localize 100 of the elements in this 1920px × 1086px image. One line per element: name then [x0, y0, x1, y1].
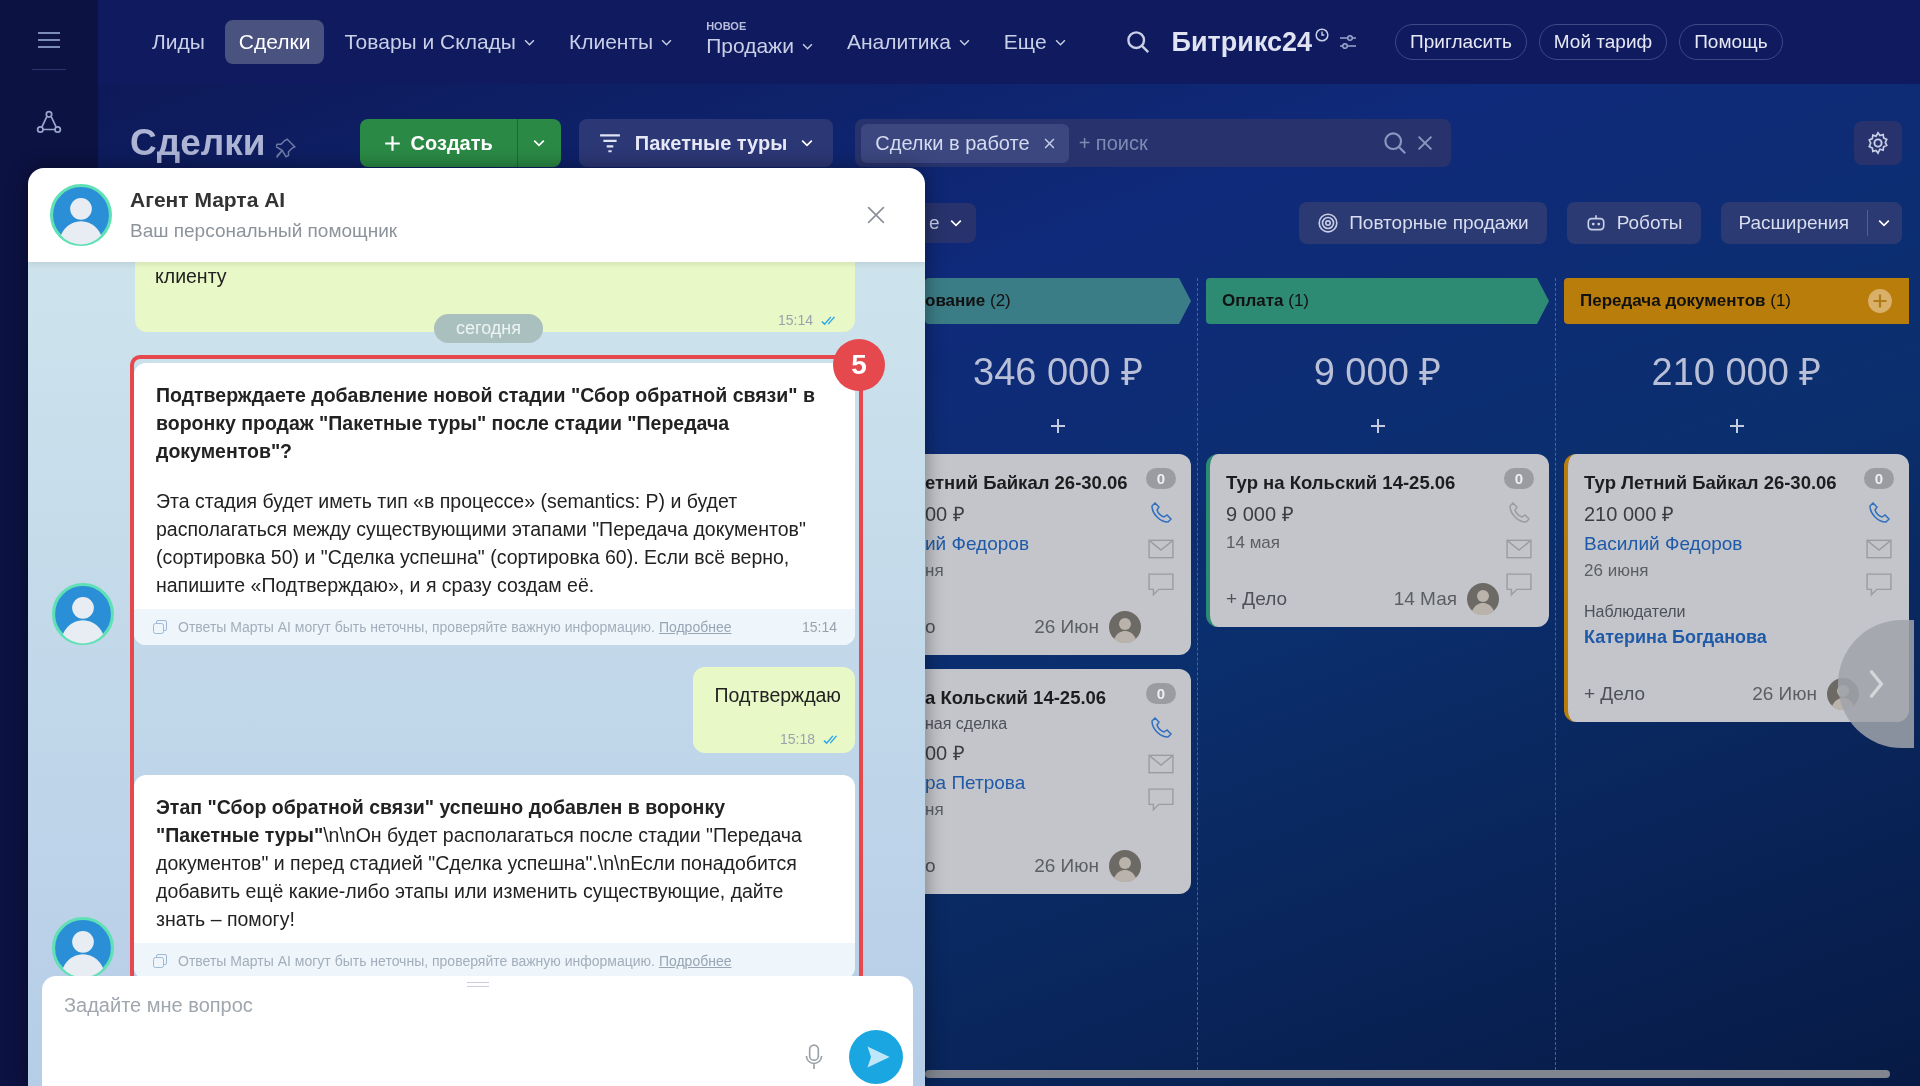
deal-amount: 00 ₽	[925, 502, 966, 527]
deal-card[interactable]: Тур Летний Байкал 26-30.06 210 000 ₽ Василий Федоров 26 июня Наблюдатели Катерина Богданова + Дело 26 Июн 0	[1564, 454, 1909, 722]
chat-subtitle: Ваш персональный помощник	[130, 220, 399, 242]
settings-button[interactable]	[1854, 121, 1902, 165]
deal-title[interactable]: етний Байкал 26-30.06	[925, 472, 1141, 494]
stage-title: ование (2)	[925, 291, 1011, 311]
pipeline-dropdown[interactable]: Пакетные туры	[578, 119, 834, 167]
filter-search-field[interactable]: Сделки в работе + поиск	[855, 119, 1452, 167]
deal-card[interactable]: Тур на Кольский 14-25.06 9 000 ₽ 14 мая + Дело 14 Мая 0	[1206, 454, 1549, 627]
phone-icon[interactable]	[1148, 716, 1174, 740]
contact-link[interactable]: Василий Федоров	[1584, 533, 1859, 555]
plus-icon[interactable]	[1369, 418, 1386, 434]
spiral-icon	[1317, 212, 1340, 234]
add-task-link[interactable]: + Дело	[1226, 588, 1288, 610]
network-icon[interactable]	[36, 110, 62, 136]
plus-icon[interactable]	[1050, 418, 1066, 434]
mail-icon[interactable]	[1148, 537, 1174, 561]
add-task-link[interactable]: о	[925, 616, 936, 638]
extensions-button[interactable]: Расширения	[1720, 202, 1902, 244]
filter-tag[interactable]: Сделки в работе	[861, 123, 1069, 163]
due-date: 26 Июн	[1752, 683, 1817, 705]
stage-header[interactable]: Оплата (1)	[1206, 278, 1549, 324]
plus-circle-icon[interactable]	[1867, 288, 1893, 314]
create-button[interactable]: Создать	[359, 119, 517, 167]
user-avatar-icon	[1109, 611, 1141, 643]
copy-icon[interactable]	[152, 953, 168, 969]
close-icon[interactable]	[867, 206, 885, 224]
mail-icon[interactable]	[1866, 537, 1892, 561]
message-text: Подтверждаете добавление новой стадии "Сбор обратной связи" в воронку продаж "Пакетные туры" после стадии "Передача документов"?	[156, 383, 816, 464]
settings-icon	[1866, 131, 1890, 155]
create-menu-button[interactable]	[516, 119, 561, 167]
due-date: 14 Мая	[1393, 588, 1457, 610]
phone-icon[interactable]	[1866, 501, 1892, 525]
disclaimer-text: Ответы Марты AI могут быть неточны, проверяйте важную информацию. Подробнее	[178, 953, 733, 969]
deal-title[interactable]: а Кольский 14-25.06	[925, 687, 1141, 709]
comment-icon[interactable]	[1866, 573, 1892, 597]
microphone-icon[interactable]	[805, 1044, 823, 1070]
deal-title[interactable]: Тур на Кольский 14-25.06	[1226, 472, 1499, 494]
message-text: Этап "Сбор обратной связи" успешно добавлен в воронку "Пакетные туры"\n\nОн будет располагаться после стадии "Передача документов" и перед стадией "Сделка успешна".\n\nЕсли понадобится добавить ещё какие-либо этапы или изменить существующие, дайте знать – помогу!	[156, 795, 803, 932]
message-time: 15:14	[777, 312, 813, 328]
search-placeholder: + поиск	[1078, 131, 1149, 155]
avatar-icon	[52, 583, 114, 645]
page-title: Сделки	[130, 122, 266, 164]
comment-icon[interactable]	[1506, 573, 1532, 597]
message-text: клиенту	[155, 264, 228, 289]
nav-tab[interactable]: Аналитика	[832, 20, 984, 64]
brand-logo[interactable]: Битрикс24	[1171, 26, 1313, 58]
comment-icon[interactable]	[1148, 788, 1174, 812]
contact-link[interactable]: ра Петрова	[925, 772, 1141, 794]
message-text: Эта стадия будет иметь тип «в процессе» (semantics: P) и будет располагаться между существующими этапами "Передача документов" (сортировка 50) и "Сделка успешна" (сортировка 60). Если всё верно, напишите «Подтверждаю», и я сразу создам её.	[156, 489, 807, 598]
sliders-icon[interactable]	[1339, 34, 1358, 50]
due-date: 26 Июн	[1034, 855, 1099, 877]
stage-header[interactable]: ование (2)	[925, 278, 1191, 324]
horizontal-scrollbar[interactable]	[925, 1070, 1890, 1078]
nav-tab[interactable]: Еще	[989, 20, 1080, 64]
deal-card[interactable]: етний Байкал 26-30.06 00 ₽ ий Федоров ня о 26 Июн 0	[925, 454, 1191, 655]
copy-icon[interactable]	[152, 619, 168, 635]
mail-icon[interactable]	[1506, 537, 1532, 561]
contact-link[interactable]: ий Федоров	[925, 533, 1141, 555]
user-avatar-icon	[1109, 850, 1141, 882]
deal-type: ная сделка	[925, 715, 1009, 733]
disclaimer-text: Ответы Марты AI могут быть неточны, проверяйте важную информацию. Подробнее	[178, 619, 733, 635]
deal-date: ня	[925, 800, 945, 820]
phone-icon[interactable]	[1148, 501, 1174, 525]
nav-tab[interactable]: Товары и Склады	[330, 20, 549, 64]
message-text: Подтверждаю	[714, 683, 841, 708]
counter-badge: 0	[1145, 683, 1177, 704]
stage-title: Передача документов (1)	[1580, 291, 1792, 311]
nav-tab[interactable]: Лиды	[138, 20, 219, 64]
repeat-sales-button[interactable]: Повторные продажи	[1299, 202, 1547, 244]
nav-tab[interactable]: Сделки	[224, 20, 325, 64]
add-task-link[interactable]: + Дело	[1584, 683, 1646, 705]
send-button[interactable]	[849, 1030, 903, 1084]
phone-icon[interactable]	[1506, 501, 1532, 525]
observer-link[interactable]: Катерина Богданова	[1584, 627, 1767, 648]
counter-badge: 0	[1863, 468, 1895, 489]
stage-header[interactable]: Передача документов (1)	[1564, 278, 1909, 324]
close-icon[interactable]	[1417, 135, 1434, 151]
deal-amount: 210 000 ₽	[1584, 502, 1675, 527]
chevron-down-icon	[1878, 219, 1890, 227]
date-divider: сегодня	[434, 314, 543, 343]
comment-icon[interactable]	[1148, 573, 1174, 597]
avatar-icon	[52, 917, 114, 979]
filter-dropdown[interactable]: е	[925, 203, 976, 243]
menu-icon[interactable]	[37, 31, 61, 49]
plus-icon[interactable]	[1728, 418, 1745, 434]
deal-card[interactable]: а Кольский 14-25.06 ная сделка 00 ₽ ра Петрова ня о 26 Июн 0	[925, 669, 1191, 894]
mail-icon[interactable]	[1148, 752, 1174, 776]
close-icon[interactable]	[1043, 137, 1055, 149]
deal-amount: 9 000 ₽	[1226, 502, 1295, 527]
add-task-link[interactable]: о	[925, 855, 936, 877]
nav-tab[interactable]: НОВОЕ Продажи	[692, 18, 827, 66]
observers-label: Наблюдатели	[1584, 603, 1687, 621]
robots-button[interactable]: Роботы	[1566, 202, 1701, 244]
deal-title[interactable]: Тур Летний Байкал 26-30.06	[1584, 472, 1859, 494]
search-icon[interactable]	[1125, 30, 1150, 54]
message-time: 15:18	[779, 731, 815, 747]
chat-title: Агент Марта AI	[130, 188, 287, 212]
nav-tab[interactable]: Клиенты	[554, 20, 687, 64]
pin-icon[interactable]	[275, 138, 296, 158]
